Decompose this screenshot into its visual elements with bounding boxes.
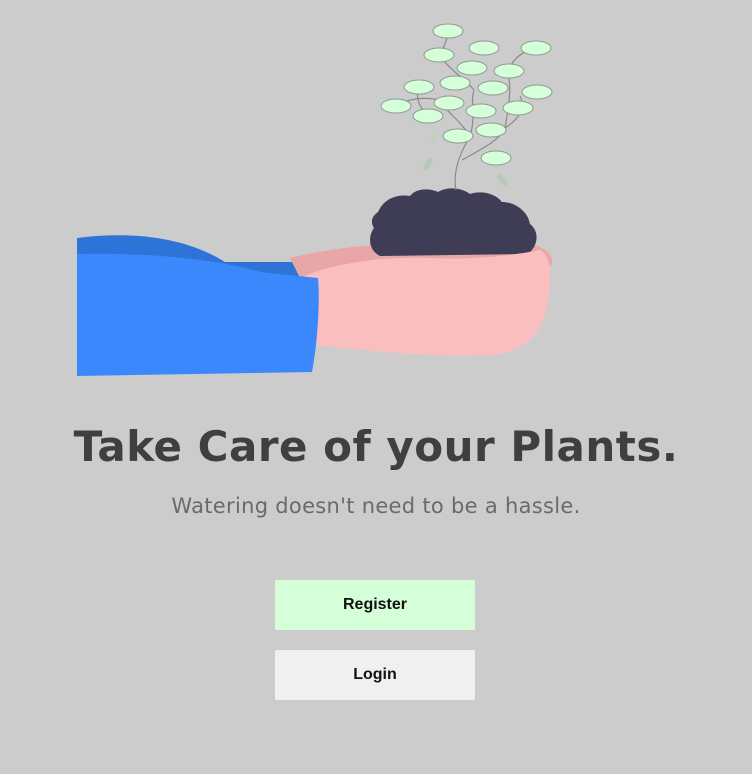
login-button[interactable]: Login	[275, 650, 475, 700]
leaf	[412, 108, 444, 124]
leaf	[477, 80, 509, 96]
plant-leaves	[380, 23, 553, 166]
leaf	[502, 100, 534, 116]
leaf	[465, 103, 497, 119]
leaf	[520, 40, 552, 56]
leaf	[475, 122, 507, 138]
front-hand	[300, 250, 551, 356]
leaf	[439, 75, 471, 91]
leaf	[432, 23, 464, 39]
leaf	[403, 79, 435, 95]
page-subtitle: Watering doesn't need to be a hassle.	[171, 494, 581, 518]
leaf	[380, 98, 412, 114]
leaf	[521, 84, 553, 100]
fallen-leaf	[423, 157, 433, 171]
leaf	[456, 60, 488, 76]
leaf	[442, 128, 474, 144]
leaf	[468, 40, 500, 56]
fallen-leaf	[496, 174, 508, 186]
leaf	[433, 95, 465, 111]
leaf	[480, 150, 512, 166]
hands-holding-plant-illustration	[77, 23, 553, 376]
page-title: Take Care of your Plants.	[73, 422, 679, 471]
soil-ball	[370, 188, 537, 256]
leaf	[423, 47, 455, 63]
fallen-leaf	[430, 132, 438, 144]
register-button[interactable]: Register	[275, 580, 475, 630]
leaf	[493, 63, 525, 79]
